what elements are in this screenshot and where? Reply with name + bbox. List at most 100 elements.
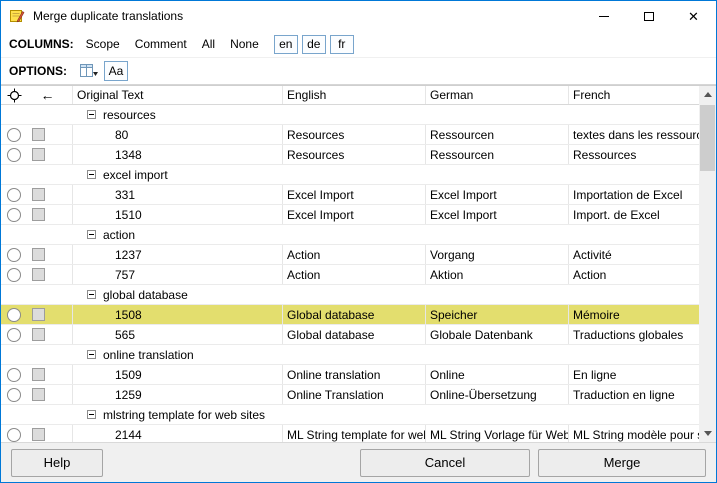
select-radio-button[interactable] bbox=[7, 248, 21, 262]
language-toggle-fr[interactable]: fr bbox=[330, 35, 354, 54]
copy-checkbox[interactable] bbox=[32, 268, 45, 281]
french-text-cell: Ressources bbox=[569, 145, 699, 164]
select-radio-button[interactable] bbox=[7, 328, 21, 342]
german-text-cell: Vorgang bbox=[426, 245, 569, 264]
options-label: OPTIONS: bbox=[9, 64, 67, 78]
select-radio-button[interactable] bbox=[7, 428, 21, 442]
english-column-header[interactable]: English bbox=[283, 86, 426, 104]
select-cell bbox=[1, 245, 27, 264]
column-autowidth-icon bbox=[79, 63, 99, 79]
translation-row[interactable]: 2144ML String template for webML String … bbox=[1, 425, 699, 442]
columns-none-button[interactable]: None bbox=[230, 37, 259, 51]
copy-checkbox[interactable] bbox=[32, 308, 45, 321]
group-row[interactable]: online translation bbox=[1, 345, 699, 365]
select-radio-button[interactable] bbox=[7, 268, 21, 282]
minimize-button[interactable] bbox=[581, 1, 626, 31]
copy-checkbox[interactable] bbox=[32, 368, 45, 381]
collapse-expander-icon[interactable] bbox=[87, 230, 96, 239]
group-row[interactable]: global database bbox=[1, 285, 699, 305]
group-row[interactable]: mlstring template for web sites bbox=[1, 405, 699, 425]
english-text-cell: Action bbox=[283, 265, 426, 284]
group-row[interactable]: action bbox=[1, 225, 699, 245]
group-header-cell: global database bbox=[73, 285, 699, 304]
select-radio-button[interactable] bbox=[7, 308, 21, 322]
help-button[interactable]: Help bbox=[11, 449, 103, 477]
language-toggle-en[interactable]: en bbox=[274, 35, 298, 54]
french-text-cell: Import. de Excel bbox=[569, 205, 699, 224]
cancel-button[interactable]: Cancel bbox=[360, 449, 530, 477]
copy-checkbox[interactable] bbox=[32, 388, 45, 401]
group-header-cell: action bbox=[73, 225, 699, 244]
scroll-up-icon bbox=[704, 92, 712, 97]
copy-checkbox[interactable] bbox=[32, 328, 45, 341]
group-row[interactable]: excel import bbox=[1, 165, 699, 185]
translation-row[interactable]: 757ActionAktionAction bbox=[1, 265, 699, 285]
group-spacer-cell bbox=[1, 165, 27, 184]
scroll-down-icon bbox=[704, 431, 712, 436]
translation-row[interactable]: 565Global databaseGlobale DatenbankTradu… bbox=[1, 325, 699, 345]
collapse-expander-icon[interactable] bbox=[87, 410, 96, 419]
copy-cell bbox=[27, 245, 73, 264]
options-toolbar: OPTIONS: Aa bbox=[1, 58, 716, 85]
copy-checkbox[interactable] bbox=[32, 248, 45, 261]
group-name-label: action bbox=[103, 228, 135, 242]
language-toggle-de[interactable]: de bbox=[302, 35, 326, 54]
close-icon: ✕ bbox=[688, 10, 699, 23]
columns-comment-button[interactable]: Comment bbox=[135, 37, 187, 51]
copy-checkbox[interactable] bbox=[32, 208, 45, 221]
scroll-down-button[interactable] bbox=[699, 425, 716, 442]
translation-row[interactable]: 1348ResourcesRessourcenRessources bbox=[1, 145, 699, 165]
copy-checkbox[interactable] bbox=[32, 128, 45, 141]
maximize-button[interactable] bbox=[626, 1, 671, 31]
collapse-expander-icon[interactable] bbox=[87, 290, 96, 299]
columns-all-button[interactable]: All bbox=[202, 37, 215, 51]
footer-bar: Help Cancel Merge bbox=[1, 442, 716, 482]
scroll-up-button[interactable] bbox=[699, 86, 716, 103]
scrollbar-thumb[interactable] bbox=[700, 105, 715, 171]
select-radio-button[interactable] bbox=[7, 208, 21, 222]
column-autowidth-button[interactable] bbox=[79, 61, 99, 81]
translation-row[interactable]: 331Excel ImportExcel ImportImportation d… bbox=[1, 185, 699, 205]
translation-row[interactable]: 1259Online TranslationOnline-Übersetzung… bbox=[1, 385, 699, 405]
group-header-cell: resources bbox=[73, 105, 699, 124]
app-note-icon bbox=[9, 8, 25, 24]
original-text-column-header[interactable]: Original Text bbox=[73, 86, 283, 104]
french-column-header[interactable]: French bbox=[569, 86, 699, 104]
vertical-scrollbar[interactable] bbox=[699, 86, 716, 442]
translation-row[interactable]: 80ResourcesRessourcentextes dans les res… bbox=[1, 125, 699, 145]
match-case-toggle[interactable]: Aa bbox=[104, 61, 128, 81]
german-text-cell: Online bbox=[426, 365, 569, 384]
close-button[interactable]: ✕ bbox=[671, 1, 716, 31]
select-radio-button[interactable] bbox=[7, 128, 21, 142]
select-cell bbox=[1, 385, 27, 404]
french-text-cell: Mémoire bbox=[569, 305, 699, 324]
select-cell bbox=[1, 325, 27, 344]
copy-cell bbox=[27, 145, 73, 164]
copy-checkbox[interactable] bbox=[32, 428, 45, 441]
translation-row[interactable]: 1237ActionVorgangActivité bbox=[1, 245, 699, 265]
select-radio-button[interactable] bbox=[7, 388, 21, 402]
group-header-cell: mlstring template for web sites bbox=[73, 405, 699, 424]
group-spacer-cell bbox=[1, 285, 27, 304]
collapse-expander-icon[interactable] bbox=[87, 350, 96, 359]
copy-checkbox[interactable] bbox=[32, 188, 45, 201]
english-text-cell: ML String template for web bbox=[283, 425, 426, 442]
collapse-expander-icon[interactable] bbox=[87, 110, 96, 119]
select-radio-button[interactable] bbox=[7, 148, 21, 162]
translation-row[interactable]: 1508Global databaseSpeicherMémoire bbox=[1, 305, 699, 325]
group-spacer-cell bbox=[1, 105, 27, 124]
german-column-header[interactable]: German bbox=[426, 86, 569, 104]
copy-checkbox[interactable] bbox=[32, 148, 45, 161]
group-spacer-cell bbox=[27, 285, 73, 304]
translation-row[interactable]: 1509Online translationOnlineEn ligne bbox=[1, 365, 699, 385]
select-radio-button[interactable] bbox=[7, 188, 21, 202]
collapse-expander-icon[interactable] bbox=[87, 170, 96, 179]
merge-button[interactable]: Merge bbox=[538, 449, 706, 477]
select-column-header[interactable] bbox=[1, 86, 27, 104]
group-spacer-cell bbox=[27, 105, 73, 124]
translation-row[interactable]: 1510Excel ImportExcel ImportImport. de E… bbox=[1, 205, 699, 225]
select-radio-button[interactable] bbox=[7, 368, 21, 382]
columns-scope-button[interactable]: Scope bbox=[86, 37, 120, 51]
copy-column-header[interactable]: ← bbox=[27, 86, 73, 104]
group-row[interactable]: resources bbox=[1, 105, 699, 125]
